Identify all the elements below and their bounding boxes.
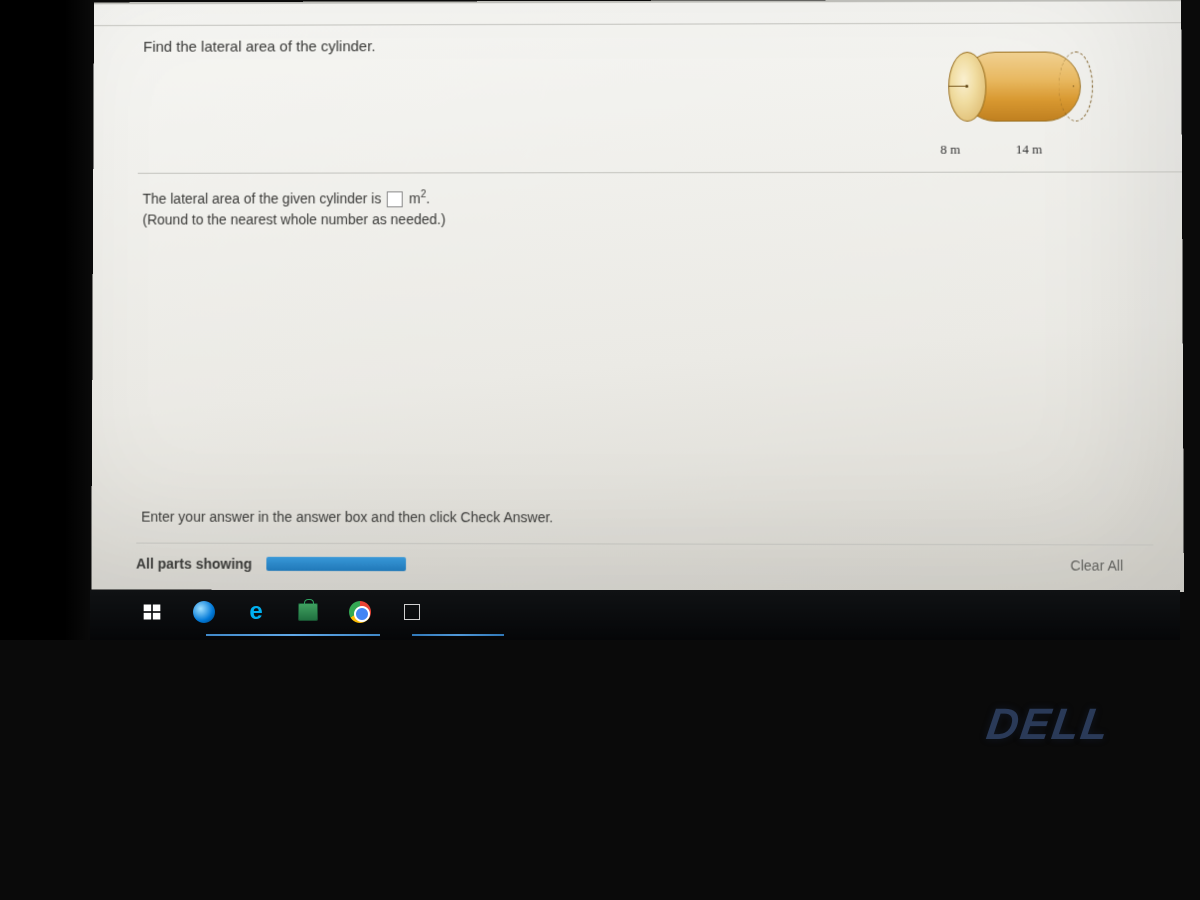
app-content-area: Find the lateral area of the cylinder. ·… — [91, 0, 1184, 592]
cylinder-right-face-dashed — [1059, 51, 1093, 121]
windows-taskbar: e — [122, 592, 424, 632]
footer-bar: All parts showing Clear All — [136, 543, 1153, 574]
answer-input-box[interactable] — [387, 191, 403, 207]
footer-instruction: Enter your answer in the answer box and … — [141, 509, 553, 526]
clear-all-button[interactable]: Clear All — [1070, 557, 1123, 573]
progress-bar — [266, 557, 406, 571]
monitor-left-bezel — [0, 0, 92, 640]
parts-showing-label: All parts showing — [136, 556, 252, 572]
diagram-length-label: 14 m — [1016, 142, 1043, 158]
edge-browser-icon[interactable]: e — [244, 600, 268, 624]
task-view-icon[interactable] — [400, 600, 424, 624]
laptop-brand-logo: DELL — [984, 700, 1114, 750]
cylinder-diagram: · 8 m 14 m — [910, 41, 1111, 161]
cylinder-radius-line — [948, 86, 966, 87]
unit-label: m2. — [409, 190, 430, 206]
rounding-hint: (Round to the nearest whole number as ne… — [142, 211, 445, 227]
browser-icon[interactable] — [192, 600, 216, 624]
parts-showing-group: All parts showing — [136, 556, 406, 573]
cylinder-right-center-dot: · — [1072, 81, 1075, 92]
answer-section: The lateral area of the given cylinder i… — [142, 187, 445, 230]
answer-prefix-text: The lateral area of the given cylinder i… — [143, 190, 382, 206]
store-icon[interactable] — [296, 600, 320, 624]
section-divider — [138, 171, 1182, 173]
start-button[interactable] — [140, 600, 164, 624]
top-divider — [94, 1, 1181, 26]
taskbar-active-underline-1 — [206, 634, 380, 636]
chrome-icon[interactable] — [348, 600, 372, 624]
taskbar-active-underline-2 — [412, 634, 504, 636]
diagram-radius-label: 8 m — [940, 142, 960, 158]
question-prompt: Find the lateral area of the cylinder. — [143, 38, 375, 55]
